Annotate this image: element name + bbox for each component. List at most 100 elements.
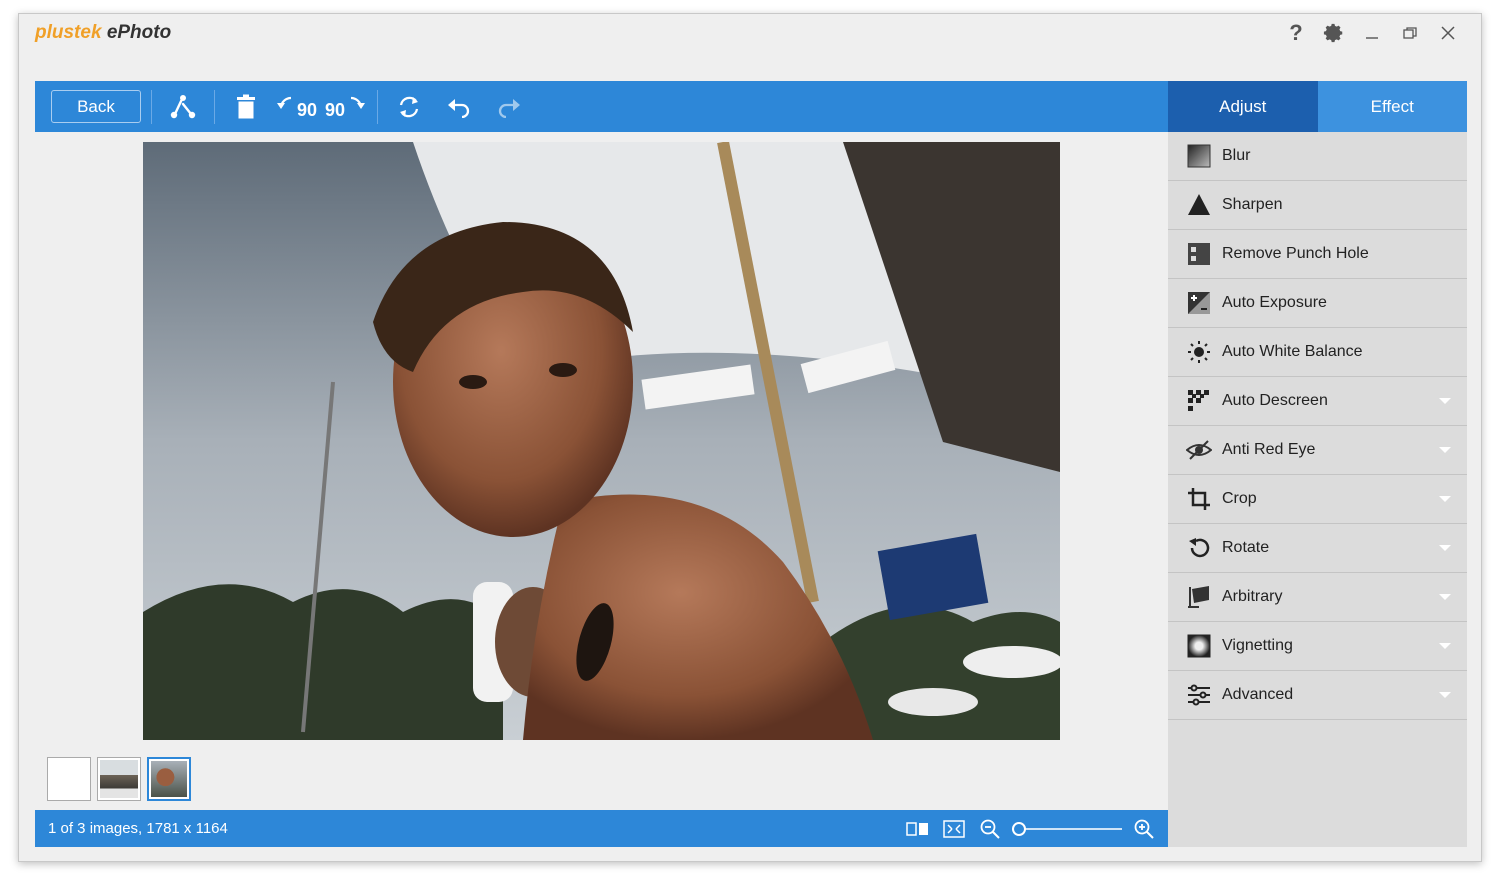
compare-button[interactable] bbox=[904, 815, 932, 843]
thumbnail-2[interactable] bbox=[97, 757, 141, 801]
chevron-down-icon[interactable] bbox=[1439, 692, 1451, 698]
adjust-item-blur[interactable]: Blur bbox=[1168, 132, 1467, 181]
redo-button[interactable] bbox=[484, 87, 534, 127]
punch-hole-icon bbox=[1186, 241, 1212, 267]
adjust-item-auto-white-balance[interactable]: Auto White Balance bbox=[1168, 328, 1467, 377]
red-eye-icon bbox=[1186, 437, 1212, 463]
chevron-down-icon[interactable] bbox=[1439, 545, 1451, 551]
rotate-right-90-icon bbox=[350, 96, 366, 109]
logo-product: ePhoto bbox=[106, 22, 172, 43]
fit-to-window-button[interactable] bbox=[940, 815, 968, 843]
thumbnail-image bbox=[50, 760, 88, 798]
adjust-item-remove-punch-hole[interactable]: Remove Punch Hole bbox=[1168, 230, 1467, 279]
rotate-left-90-button[interactable]: 90 bbox=[271, 87, 321, 127]
restore-icon bbox=[1403, 27, 1417, 39]
adjust-item-label: Remove Punch Hole bbox=[1222, 245, 1369, 262]
toolbar-divider bbox=[214, 89, 215, 124]
toolbar-divider bbox=[151, 89, 152, 124]
back-button[interactable]: Back bbox=[51, 90, 141, 123]
tab-adjust-label: Adjust bbox=[1219, 96, 1267, 116]
white-balance-icon bbox=[1186, 339, 1212, 365]
share-icon bbox=[170, 94, 196, 118]
adjust-item-label: Sharpen bbox=[1222, 196, 1283, 213]
adjust-item-label: Auto Exposure bbox=[1222, 294, 1327, 311]
app-logo: plustek ePhoto bbox=[35, 22, 171, 44]
adjust-item-label: Arbitrary bbox=[1222, 588, 1283, 605]
adjust-item-label: Blur bbox=[1222, 147, 1251, 164]
close-button[interactable] bbox=[1429, 20, 1467, 46]
chevron-down-icon[interactable] bbox=[1439, 398, 1451, 404]
adjust-item-label: Auto White Balance bbox=[1222, 343, 1363, 360]
photo-image bbox=[143, 142, 1060, 740]
photo-preview[interactable] bbox=[143, 142, 1060, 740]
adjust-item-label: Anti Red Eye bbox=[1222, 441, 1316, 458]
adjust-item-anti-red-eye[interactable]: Anti Red Eye bbox=[1168, 426, 1467, 475]
adjust-item-auto-descreen[interactable]: Auto Descreen bbox=[1168, 377, 1467, 426]
main-toolbar: Back 90 90 bbox=[35, 81, 1168, 132]
rotate-right-90-button[interactable]: 90 bbox=[321, 87, 371, 127]
zoom-in-button[interactable] bbox=[1130, 815, 1158, 843]
chevron-down-icon[interactable] bbox=[1439, 643, 1451, 649]
redo-icon bbox=[498, 98, 520, 118]
adjust-item-auto-exposure[interactable]: Auto Exposure bbox=[1168, 279, 1467, 328]
thumbnail-3[interactable] bbox=[147, 757, 191, 801]
chevron-down-icon[interactable] bbox=[1439, 594, 1451, 600]
chevron-down-icon[interactable] bbox=[1439, 496, 1451, 502]
back-label: Back bbox=[77, 96, 115, 116]
refresh-icon bbox=[399, 96, 419, 117]
reset-button[interactable] bbox=[384, 87, 434, 127]
zoom-slider[interactable] bbox=[1012, 821, 1122, 837]
window-controls: ? bbox=[1277, 20, 1467, 46]
minimize-button[interactable] bbox=[1353, 20, 1391, 46]
panel-tabs: Adjust Effect bbox=[1168, 81, 1467, 132]
thumbnail-1[interactable] bbox=[47, 757, 91, 801]
trash-icon bbox=[237, 94, 255, 118]
thumbnail-image bbox=[151, 761, 187, 797]
zoom-slider-handle[interactable] bbox=[1012, 821, 1026, 836]
minimize-icon bbox=[1366, 37, 1378, 39]
settings-button[interactable] bbox=[1315, 20, 1353, 46]
tab-effect[interactable]: Effect bbox=[1317, 81, 1467, 132]
adjust-item-crop[interactable]: Crop bbox=[1168, 475, 1467, 524]
adjust-item-vignetting[interactable]: Vignetting bbox=[1168, 622, 1467, 671]
zoom-controls bbox=[904, 810, 1158, 847]
app-window: plustek ePhoto ? Back 90 90 Adjust Effec… bbox=[18, 13, 1482, 862]
adjust-item-advanced[interactable]: Advanced bbox=[1168, 671, 1467, 720]
vignetting-icon bbox=[1186, 633, 1212, 659]
share-button[interactable] bbox=[158, 87, 208, 127]
adjust-item-label: Rotate bbox=[1222, 539, 1270, 556]
adjust-item-label: Vignetting bbox=[1222, 637, 1293, 654]
descreen-icon bbox=[1186, 388, 1212, 414]
delete-button[interactable] bbox=[221, 87, 271, 127]
undo-icon bbox=[448, 98, 470, 118]
tab-effect-label: Effect bbox=[1370, 96, 1414, 116]
compare-icon bbox=[906, 821, 928, 836]
exposure-icon bbox=[1186, 290, 1212, 316]
thumbnail-image bbox=[100, 760, 138, 798]
thumbnail-strip bbox=[47, 757, 191, 801]
blur-icon bbox=[1186, 143, 1212, 169]
adjust-item-label: Crop bbox=[1222, 490, 1257, 507]
toolbar-divider bbox=[377, 89, 378, 124]
zoom-out-button[interactable] bbox=[976, 815, 1004, 843]
crop-icon bbox=[1186, 486, 1212, 512]
adjust-item-sharpen[interactable]: Sharpen bbox=[1168, 181, 1467, 230]
arbitrary-icon bbox=[1186, 584, 1212, 610]
tab-adjust[interactable]: Adjust bbox=[1168, 81, 1318, 132]
status-bar: 1 of 3 images, 1781 x 1164 bbox=[35, 810, 1168, 847]
help-button[interactable]: ? bbox=[1277, 20, 1315, 46]
chevron-down-icon[interactable] bbox=[1439, 447, 1451, 453]
adjust-item-rotate[interactable]: Rotate bbox=[1168, 524, 1467, 573]
close-icon bbox=[1441, 26, 1455, 40]
adjust-item-label: Auto Descreen bbox=[1222, 392, 1328, 409]
zoom-slider-track bbox=[1012, 827, 1122, 830]
undo-button[interactable] bbox=[434, 87, 484, 127]
title-bar: plustek ePhoto ? bbox=[19, 14, 1481, 80]
zoom-out-icon bbox=[980, 819, 1000, 839]
adjust-item-arbitrary[interactable]: Arbitrary bbox=[1168, 573, 1467, 622]
advanced-icon bbox=[1186, 682, 1212, 708]
restore-button[interactable] bbox=[1391, 20, 1429, 46]
gear-icon bbox=[1323, 23, 1343, 43]
logo-brand: plustek bbox=[35, 22, 102, 43]
rotate-icon bbox=[1186, 535, 1212, 561]
